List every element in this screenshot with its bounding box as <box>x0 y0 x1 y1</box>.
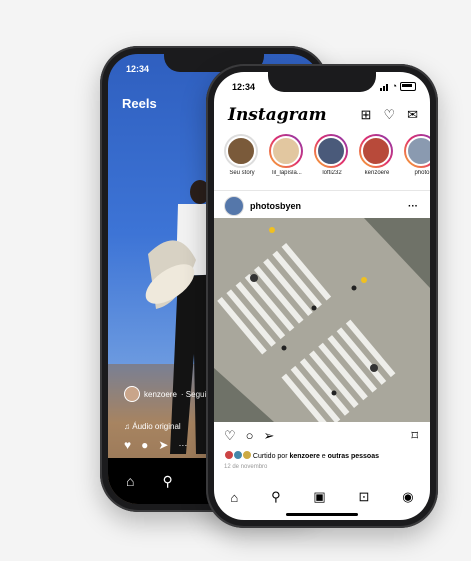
avatar <box>316 136 346 166</box>
shop-icon[interactable]: ⊡ <box>359 489 370 505</box>
search-icon[interactable]: ⚲ <box>162 473 172 490</box>
stories-tray: Seu story lil_lapísla... lofti232 kenzoe… <box>224 134 430 176</box>
header-actions: ⊞ ♡ ✉ <box>361 107 418 123</box>
more-icon[interactable]: ··· <box>178 440 187 452</box>
story-ring <box>404 134 430 168</box>
story-item[interactable]: lofti232 <box>314 134 350 176</box>
reel-username[interactable]: kenzoere <box>144 390 177 399</box>
messenger-icon[interactable]: ✉ <box>407 107 418 123</box>
battery-icon <box>400 81 416 91</box>
liked-text: Curtido por kenzoere e outras pessoas <box>253 453 379 460</box>
signal-icon <box>379 81 389 91</box>
story-label: kenzoere <box>364 170 390 176</box>
story-item[interactable]: kenzoere <box>359 134 395 176</box>
post-date: 12 de novembro <box>224 464 268 470</box>
story-ring <box>269 134 303 168</box>
notch <box>268 72 376 92</box>
story-item[interactable]: photo <box>404 134 430 176</box>
search-icon[interactable]: ⚲ <box>271 489 281 505</box>
divider <box>214 190 430 191</box>
story-label: lofti232 <box>322 170 342 176</box>
feed-phone: 12:34 ◔ Instagram ⊞ ♡ ✉ Seu story lil_la… <box>206 64 438 528</box>
send-icon[interactable]: ➤ <box>158 438 168 452</box>
audio-icon: ♫ <box>124 422 130 431</box>
bookmark-icon[interactable]: ⌑ <box>411 428 418 444</box>
reel-audio[interactable]: ♫ Áudio original <box>124 422 181 431</box>
comment-icon[interactable]: ● <box>141 438 148 452</box>
story-ring <box>224 134 258 168</box>
liked-mid: e <box>319 452 328 460</box>
instagram-logo[interactable]: Instagram <box>228 105 327 125</box>
feed-header: Instagram ⊞ ♡ ✉ <box>228 104 418 126</box>
heart-icon[interactable]: ♥ <box>124 438 131 452</box>
liked-prefix: Curtido por <box>252 452 290 460</box>
follow-link[interactable]: · Seguir <box>181 390 209 399</box>
wifi-icon: ◔ <box>391 81 397 91</box>
reel-actions: ♥ ● ➤ ··· <box>124 438 187 452</box>
comment-icon[interactable]: ○ <box>246 428 254 444</box>
avatar <box>361 136 391 166</box>
status-time: 12:34 <box>232 82 256 92</box>
story-ring <box>359 134 393 168</box>
profile-icon[interactable]: ◉ <box>402 489 413 505</box>
activity-heart-icon[interactable]: ♡ <box>383 107 395 123</box>
avatar <box>406 136 430 166</box>
story-label: Seu story <box>229 170 255 176</box>
feed-screen: 12:34 ◔ Instagram ⊞ ♡ ✉ Seu story lil_la… <box>214 72 430 520</box>
post-photo[interactable] <box>214 218 430 422</box>
create-post-icon[interactable]: ⊞ <box>361 107 372 123</box>
story-item[interactable]: Seu story <box>224 134 260 176</box>
likes-line: Curtido por kenzoere e outras pessoas <box>224 450 379 462</box>
post-username[interactable]: photosbyen <box>250 201 301 211</box>
post-actions: ♡ ○ ➢ ⌑ <box>224 428 418 444</box>
home-indicator <box>286 513 358 516</box>
story-label: photo <box>414 170 430 176</box>
audio-label: Áudio original <box>132 422 181 431</box>
share-icon[interactable]: ➢ <box>264 428 275 444</box>
home-icon[interactable]: ⌂ <box>230 490 238 505</box>
story-item[interactable]: lil_lapísla... <box>269 134 305 176</box>
status-icons: ◔ <box>379 81 416 91</box>
post-author[interactable]: photosbyen <box>224 196 301 216</box>
story-label: lil_lapísla... <box>272 170 302 176</box>
tab-bar: ⌂ ⚲ ▣ ⊡ ◉ <box>214 484 430 510</box>
liked-others[interactable]: outras pessoas <box>328 453 379 460</box>
like-heart-icon[interactable]: ♡ <box>224 428 236 444</box>
liker-avatars <box>224 450 252 462</box>
post-more-icon[interactable]: ··· <box>408 201 418 212</box>
reel-author[interactable]: kenzoere · Seguir <box>124 386 209 402</box>
home-icon[interactable]: ⌂ <box>126 473 134 489</box>
avatar <box>226 136 256 166</box>
avatar <box>124 386 140 402</box>
story-ring <box>314 134 348 168</box>
avatar <box>271 136 301 166</box>
avatar <box>224 196 244 216</box>
avatar <box>241 450 252 460</box>
post-header: photosbyen ··· <box>224 196 418 216</box>
liked-user[interactable]: kenzoere <box>289 453 319 460</box>
reels-icon[interactable]: ▣ <box>313 489 325 505</box>
